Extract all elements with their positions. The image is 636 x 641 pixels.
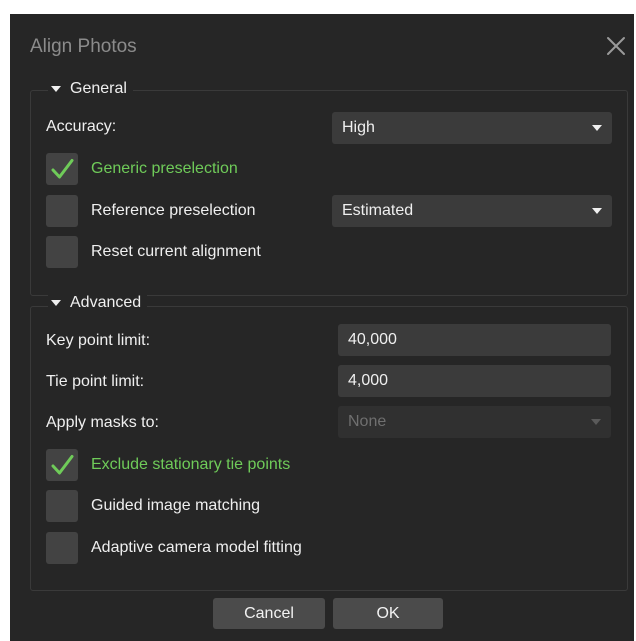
expand-triangle-icon — [51, 300, 61, 306]
reference-preselection-checkbox[interactable] — [46, 195, 78, 227]
accuracy-value: High — [342, 119, 375, 136]
checkmark-icon — [51, 159, 74, 179]
chevron-down-icon — [592, 208, 602, 214]
exclude-stationary-label: Exclude stationary tie points — [91, 456, 291, 473]
apply-masks-value: None — [348, 413, 387, 430]
key-point-limit-input[interactable]: 40,000 — [338, 324, 611, 356]
align-photos-dialog: Align Photos General Accuracy: High Gene… — [10, 14, 634, 641]
reference-preselection-label: Reference preselection — [91, 202, 256, 219]
ok-button[interactable]: OK — [333, 598, 443, 629]
tie-point-limit-value: 4,000 — [348, 372, 389, 389]
accuracy-label: Accuracy: — [46, 118, 117, 135]
guided-matching-checkbox[interactable] — [46, 490, 78, 522]
checkmark-icon — [51, 455, 74, 475]
general-section-toggle[interactable]: General — [48, 80, 133, 98]
guided-matching-label: Guided image matching — [91, 497, 260, 514]
apply-masks-label: Apply masks to: — [46, 414, 159, 431]
key-point-limit-label: Key point limit: — [46, 332, 151, 349]
adaptive-fitting-checkbox[interactable] — [46, 532, 78, 564]
generic-preselection-label: Generic preselection — [91, 160, 238, 177]
exclude-stationary-checkbox[interactable] — [46, 449, 78, 481]
general-legend: General — [70, 80, 127, 97]
generic-preselection-checkbox[interactable] — [46, 153, 78, 185]
cancel-button[interactable]: Cancel — [213, 598, 325, 629]
key-point-limit-value: 40,000 — [348, 331, 397, 348]
reset-alignment-checkbox[interactable] — [46, 236, 78, 268]
reset-alignment-label: Reset current alignment — [91, 243, 261, 260]
chevron-down-icon — [591, 419, 601, 425]
tie-point-limit-input[interactable]: 4,000 — [338, 365, 611, 397]
advanced-section-toggle[interactable]: Advanced — [48, 294, 148, 312]
reference-preselection-value: Estimated — [342, 202, 414, 219]
expand-triangle-icon — [51, 86, 61, 92]
apply-masks-select[interactable]: None — [338, 406, 611, 438]
close-icon[interactable] — [604, 34, 628, 58]
dialog-title: Align Photos — [30, 36, 137, 57]
accuracy-select[interactable]: High — [332, 112, 612, 144]
chevron-down-icon — [592, 125, 602, 131]
advanced-legend: Advanced — [70, 294, 142, 311]
adaptive-fitting-label: Adaptive camera model fitting — [91, 539, 302, 556]
tie-point-limit-label: Tie point limit: — [46, 373, 145, 390]
reference-preselection-select[interactable]: Estimated — [332, 195, 612, 227]
